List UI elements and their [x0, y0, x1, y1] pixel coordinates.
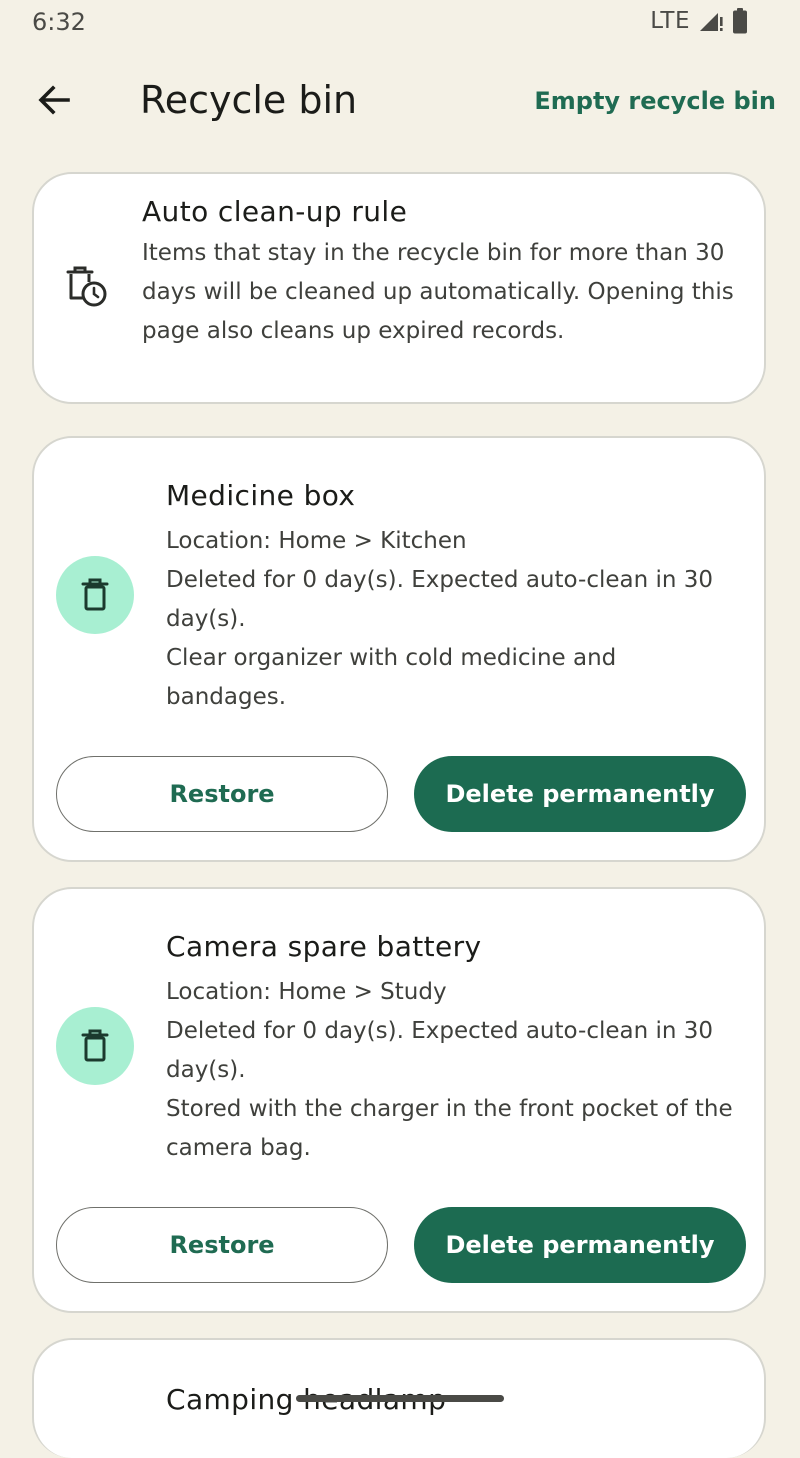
signal-icon [700, 13, 723, 31]
page-title: Recycle bin [140, 78, 358, 122]
item-details: Location: Home > Study Deleted for 0 day… [166, 973, 736, 1168]
delete-permanently-button[interactable]: Delete permanently [414, 756, 746, 832]
status-indicators: LTE [650, 8, 748, 34]
back-button[interactable] [22, 72, 86, 128]
item-icon-badge [56, 556, 134, 634]
network-type: LTE [650, 8, 690, 34]
item-deleted-info: Deleted for 0 day(s). Expected auto-clea… [166, 1018, 714, 1083]
trash-icon [81, 578, 109, 611]
item-title: Medicine box [166, 479, 356, 512]
restore-button[interactable]: Restore [56, 756, 388, 832]
item-icon-badge [56, 1007, 134, 1085]
gesture-nav-bar[interactable] [296, 1395, 504, 1402]
arrow-left-icon [38, 85, 70, 115]
auto-clean-rule-card: Auto clean-up rule Items that stay in th… [32, 172, 766, 404]
deleted-item-card: Camera spare battery Location: Home > St… [32, 887, 766, 1313]
item-title: Camera spare battery [166, 930, 482, 963]
status-bar: 6:32 LTE [0, 0, 800, 46]
item-description: Clear organizer with cold medicine and b… [166, 645, 617, 710]
delete-permanently-button[interactable]: Delete permanently [414, 1207, 746, 1283]
status-time: 6:32 [32, 8, 86, 36]
restore-button[interactable]: Restore [56, 1207, 388, 1283]
empty-recycle-bin-button[interactable]: Empty recycle bin [534, 82, 776, 120]
item-location: Location: Home > Study [166, 979, 447, 1005]
battery-icon [733, 8, 747, 34]
app-bar: Recycle bin Empty recycle bin [0, 60, 800, 140]
item-details: Location: Home > Kitchen Deleted for 0 d… [166, 522, 736, 717]
rule-description: Items that stay in the recycle bin for m… [142, 240, 734, 344]
trash-icon [81, 1029, 109, 1062]
item-deleted-info: Deleted for 0 day(s). Expected auto-clea… [166, 567, 714, 632]
rule-title: Auto clean-up rule [142, 195, 408, 228]
item-location: Location: Home > Kitchen [166, 528, 467, 554]
trash-clock-icon [66, 266, 107, 307]
deleted-item-card: Medicine box Location: Home > Kitchen De… [32, 436, 766, 862]
item-description: Stored with the charger in the front poc… [166, 1096, 733, 1161]
